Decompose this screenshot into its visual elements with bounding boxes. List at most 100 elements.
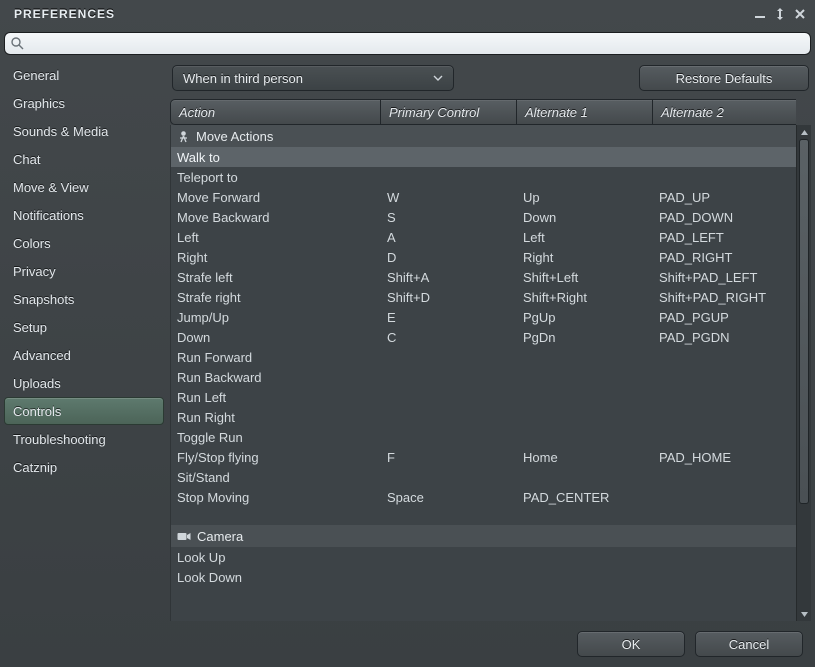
group-header: Move Actions (171, 125, 796, 147)
group-title: Camera (197, 529, 243, 544)
cell-alt1: Left (517, 230, 653, 245)
group-header: Camera (171, 525, 796, 547)
scroll-down-icon[interactable] (797, 607, 811, 621)
sidebar-item-general[interactable]: General (4, 61, 164, 89)
table-row[interactable]: Walk to (171, 147, 796, 167)
cell-alt2: PAD_RIGHT (653, 250, 796, 265)
cell-primary: D (381, 250, 517, 265)
cell-alt2: PAD_DOWN (653, 210, 796, 225)
restore-defaults-button[interactable]: Restore Defaults (639, 65, 809, 91)
cell-action: Look Down (171, 570, 381, 585)
column-header-action[interactable]: Action (170, 99, 380, 125)
cell-primary: A (381, 230, 517, 245)
mode-dropdown[interactable]: When in third person (172, 65, 454, 91)
table-row[interactable]: Strafe leftShift+AShift+LeftShift+PAD_LE… (171, 267, 796, 287)
sidebar-item-label: Move & View (13, 180, 89, 195)
sidebar-item-controls[interactable]: Controls (4, 397, 164, 425)
cell-action: Move Backward (171, 210, 381, 225)
sidebar-item-label: General (13, 68, 59, 83)
table-row[interactable]: Look Down (171, 567, 796, 587)
cell-action: Right (171, 250, 381, 265)
table-row[interactable]: Sit/Stand (171, 467, 796, 487)
cell-alt2: PAD_PGDN (653, 330, 796, 345)
cancel-button[interactable]: Cancel (695, 631, 803, 657)
sidebar-item-label: Colors (13, 236, 51, 251)
table-row[interactable]: Run Right (171, 407, 796, 427)
cell-primary: C (381, 330, 517, 345)
ok-button[interactable]: OK (577, 631, 685, 657)
cell-action: Down (171, 330, 381, 345)
cell-action: Jump/Up (171, 310, 381, 325)
cell-alt1: PgUp (517, 310, 653, 325)
search-icon (11, 37, 24, 50)
search-input[interactable] (28, 36, 804, 51)
scroll-thumb[interactable] (799, 139, 809, 504)
sidebar-item-advanced[interactable]: Advanced (4, 341, 164, 369)
search-bar[interactable] (4, 32, 811, 55)
close-icon[interactable] (791, 5, 809, 23)
sidebar-item-label: Advanced (13, 348, 71, 363)
table-row[interactable]: Teleport to (171, 167, 796, 187)
table-row[interactable]: Run Forward (171, 347, 796, 367)
sidebar-item-colors[interactable]: Colors (4, 229, 164, 257)
cell-action: Run Left (171, 390, 381, 405)
cell-primary: S (381, 210, 517, 225)
cell-action: Look Up (171, 550, 381, 565)
sidebar-item-label: Controls (13, 404, 61, 419)
mode-dropdown-label: When in third person (183, 71, 433, 86)
sidebar-item-move-view[interactable]: Move & View (4, 173, 164, 201)
cell-alt2: PAD_LEFT (653, 230, 796, 245)
sidebar-item-label: Catznip (13, 460, 57, 475)
table-row[interactable]: Jump/UpEPgUpPAD_PGUP (171, 307, 796, 327)
table-row[interactable]: LeftALeftPAD_LEFT (171, 227, 796, 247)
cell-action: Run Forward (171, 350, 381, 365)
table-row[interactable]: DownCPgDnPAD_PGDN (171, 327, 796, 347)
sidebar-item-privacy[interactable]: Privacy (4, 257, 164, 285)
cell-alt2: PAD_HOME (653, 450, 796, 465)
table-row[interactable]: Run Left (171, 387, 796, 407)
table-row[interactable]: Strafe rightShift+DShift+RightShift+PAD_… (171, 287, 796, 307)
sidebar-item-troubleshooting[interactable]: Troubleshooting (4, 425, 164, 453)
table-row[interactable]: Run Backward (171, 367, 796, 387)
cell-action: Move Forward (171, 190, 381, 205)
cell-action: Strafe right (171, 290, 381, 305)
sidebar-item-chat[interactable]: Chat (4, 145, 164, 173)
sidebar-item-label: Sounds & Media (13, 124, 108, 139)
scroll-up-icon[interactable] (797, 125, 811, 139)
cell-primary: W (381, 190, 517, 205)
sidebar-item-sounds-media[interactable]: Sounds & Media (4, 117, 164, 145)
table-row[interactable]: Fly/Stop flyingFHomePAD_HOME (171, 447, 796, 467)
keybind-table[interactable]: Move ActionsWalk to Teleport to Move Forwa… (170, 125, 796, 621)
column-header-alt1[interactable]: Alternate 1 (516, 99, 652, 125)
sidebar-item-label: Troubleshooting (13, 432, 106, 447)
cell-primary: E (381, 310, 517, 325)
sidebar: General Graphics Sounds & Media Chat Move & … (4, 61, 164, 621)
sidebar-item-snapshots[interactable]: Snapshots (4, 285, 164, 313)
sidebar-item-catznip[interactable]: Catznip (4, 453, 164, 481)
expand-vertical-icon[interactable] (771, 5, 789, 23)
scroll-track[interactable] (797, 139, 811, 607)
cell-alt1: Home (517, 450, 653, 465)
table-row[interactable]: RightDRightPAD_RIGHT (171, 247, 796, 267)
cell-action: Teleport to (171, 170, 381, 185)
column-header-alt2[interactable]: Alternate 2 (652, 99, 796, 125)
cell-action: Run Right (171, 410, 381, 425)
table-row[interactable]: Stop MovingSpacePAD_CENTER (171, 487, 796, 507)
minimize-icon[interactable] (751, 5, 769, 23)
vertical-scrollbar[interactable] (796, 125, 811, 621)
column-header-primary[interactable]: Primary Control (380, 99, 516, 125)
table-row[interactable]: Move ForwardWUpPAD_UP (171, 187, 796, 207)
table-row[interactable]: Look Up (171, 547, 796, 567)
dialog-footer: OK Cancel (0, 621, 815, 667)
cell-alt1: PgDn (517, 330, 653, 345)
table-row[interactable]: Toggle Run (171, 427, 796, 447)
cell-alt2: PAD_UP (653, 190, 796, 205)
sidebar-item-uploads[interactable]: Uploads (4, 369, 164, 397)
table-row[interactable]: Move BackwardSDownPAD_DOWN (171, 207, 796, 227)
sidebar-item-notifications[interactable]: Notifications (4, 201, 164, 229)
sidebar-item-label: Setup (13, 320, 47, 335)
cell-alt1: Down (517, 210, 653, 225)
column-headers: Action Primary Control Alternate 1 Alter… (170, 99, 811, 125)
sidebar-item-graphics[interactable]: Graphics (4, 89, 164, 117)
sidebar-item-setup[interactable]: Setup (4, 313, 164, 341)
